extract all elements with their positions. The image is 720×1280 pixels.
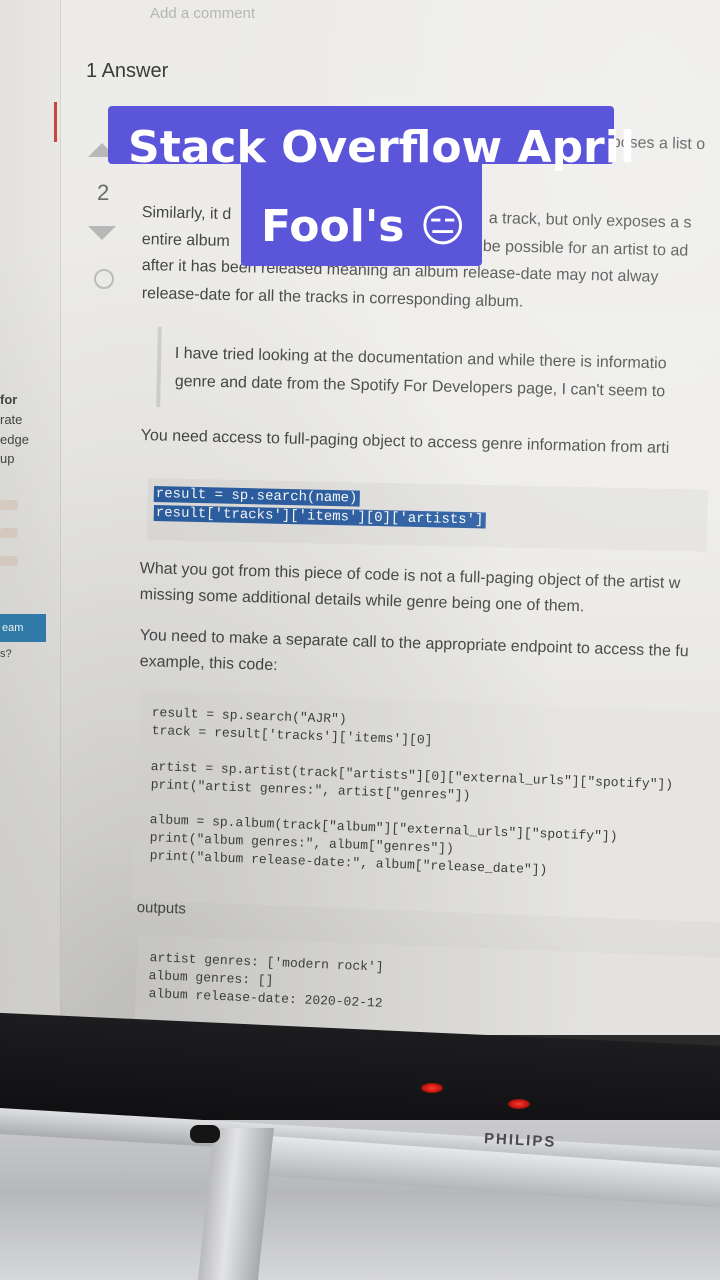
sidebar-blur — [0, 528, 18, 538]
history-icon[interactable] — [94, 269, 114, 289]
answer-text-line: release-date for all the tracks in corre… — [141, 285, 524, 311]
sidebar-team-button[interactable]: eam — [0, 614, 46, 642]
left-sidebar — [0, 0, 61, 1035]
answers-heading: 1 Answer — [86, 60, 169, 82]
photo-scene: for rate edge up eam s? Add a comment 1 … — [0, 0, 720, 1280]
sidebar-blur — [0, 500, 18, 510]
sidebar-snippet: for — [0, 392, 18, 407]
power-led-icon — [508, 1099, 530, 1109]
sidebar-snippet: s? — [0, 648, 12, 660]
caption-line-2: Fool's 😑 — [241, 193, 482, 266]
sidebar-snippet: up — [0, 451, 15, 466]
blockquote-bar — [156, 326, 162, 408]
caption-text: Stack Overflow April — [128, 122, 635, 173]
blockquote-line: I have tried looking at the documentatio… — [174, 345, 667, 373]
sidebar-accent-bar — [54, 102, 57, 142]
sidebar-snippet: rate — [0, 412, 23, 427]
power-led-icon — [421, 1083, 443, 1093]
answer-text-line: entire album — [141, 231, 231, 250]
sidebar-blur — [0, 556, 18, 566]
blockquote-line: genre and date from the Spotify For Deve… — [174, 373, 666, 401]
caption-line-1: Stack Overflow April — [108, 106, 635, 173]
answer-text-line: a track, but only exposes a s — [488, 210, 692, 232]
add-comment-link[interactable]: Add a comment — [150, 5, 255, 22]
answer-text-line: be possible for an artist to ad — [482, 238, 689, 260]
outputs-label: outputs — [136, 899, 187, 918]
answer-text-line: Similarly, it d — [141, 204, 232, 224]
answer-text-line: missing some additional details while ge… — [139, 586, 585, 616]
sidebar-snippet: edge — [0, 432, 29, 447]
vote-count: 2 — [97, 180, 110, 205]
caption-text: Fool's 😑 — [261, 201, 466, 252]
cable — [190, 1125, 220, 1143]
downvote-arrow-icon[interactable] — [88, 226, 116, 240]
answer-text-line: You need access to full-paging object to… — [140, 427, 670, 457]
answer-text-line: example, this code: — [139, 653, 278, 675]
